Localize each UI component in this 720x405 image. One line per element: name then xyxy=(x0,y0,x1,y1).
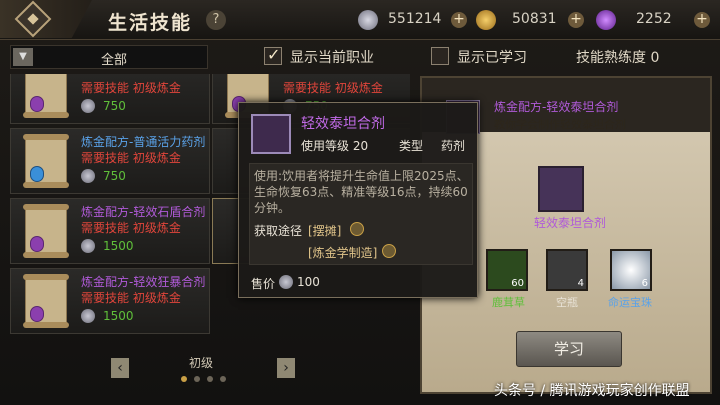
dropdown-value: 全部 xyxy=(101,53,128,68)
tooltip-item-name: 轻效泰坦合剂 xyxy=(301,116,385,132)
recipe-scroll-icon xyxy=(23,74,69,118)
herb-material-icon[interactable]: 60 xyxy=(486,249,528,291)
source-alchemy-link[interactable]: [炼金学制造] xyxy=(308,244,377,261)
tooltip-type-label: 类型 xyxy=(399,139,424,153)
material-count: 60 xyxy=(511,278,524,289)
recipe-requirement: 需要技能 初级炼金 xyxy=(81,151,181,165)
show-learned-label: 显示已学习 xyxy=(457,50,527,66)
silver-coin-icon xyxy=(81,169,95,183)
potion-icon xyxy=(30,96,44,112)
proficiency-label: 技能熟练度 0 xyxy=(576,50,660,66)
silver-amount: 551214 xyxy=(388,11,442,27)
material-label: 空瓶 xyxy=(556,296,578,309)
material-label: 命运宝珠 xyxy=(608,296,652,309)
silver-coin-icon xyxy=(81,309,95,323)
material-count: 4 xyxy=(577,278,584,289)
product-potion-icon[interactable] xyxy=(538,166,584,212)
potion-icon xyxy=(30,236,44,252)
show-current-job-checkbox[interactable] xyxy=(264,45,282,65)
tooltip-body: 使用:饮用者将提升生命值上限2025点、生命恢复63点、精准等级16点，持续60… xyxy=(249,163,473,265)
search-icon[interactable] xyxy=(350,222,364,236)
show-learned-checkbox[interactable] xyxy=(431,47,449,65)
recipe-price: 750 xyxy=(103,169,126,183)
tooltip-source-label: 获取途径 xyxy=(254,224,303,238)
tooltip-type-value: 药剂 xyxy=(441,139,466,153)
recipe-requirement: 需要技能 初级炼金 xyxy=(81,221,181,235)
add-silver-button[interactable]: + xyxy=(451,12,467,28)
recipe-requirement: 需要技能 初级炼金 xyxy=(81,81,181,95)
material-label: 鹿茸草 xyxy=(492,296,525,309)
tooltip-price: 100 xyxy=(297,275,320,289)
search-icon[interactable] xyxy=(382,244,396,258)
recipe-price: 1500 xyxy=(103,239,134,253)
gold-currency: 50831 + xyxy=(476,9,586,31)
category-dropdown[interactable]: ▼ 全部 xyxy=(10,45,208,69)
filter-bar: ▼ 全部 显示当前职业 显示已学习 技能熟练度 0 xyxy=(0,40,720,74)
watermark: 头条号 / 腾讯游戏玩家创作联盟 xyxy=(494,383,690,399)
top-bar: 生活技能 ? 551214 + 50831 + 2252 + xyxy=(0,0,720,40)
learn-button[interactable]: 学习 xyxy=(516,331,622,367)
page-dot[interactable] xyxy=(181,376,187,382)
page-title: 生活技能 xyxy=(108,12,193,34)
recipe-name: 炼金配方-普通活力药剂 xyxy=(81,135,206,149)
item-tooltip: 轻效泰坦合剂 使用等级 20 类型 药剂 使用:饮用者将提升生命值上限2025点… xyxy=(238,102,478,298)
tooltip-price-label: 售价 xyxy=(251,277,276,291)
recipe-card[interactable]: 炼金配方-轻效狂暴合剂 需要技能 初级炼金 1500 xyxy=(10,268,210,334)
recipe-card[interactable]: 炼金配方-轻效石盾合剂 需要技能 初级炼金 1500 xyxy=(10,198,210,264)
page-prev-button[interactable]: ‹ xyxy=(111,358,129,378)
add-gem-button[interactable]: + xyxy=(694,12,710,28)
detail-recipe-desc: 教你学会制作轻效泰坦合剂 xyxy=(494,118,626,131)
recipe-requirement: 需要技能 初级炼金 xyxy=(81,291,181,305)
help-button[interactable]: ? xyxy=(206,10,226,30)
page-dot[interactable] xyxy=(207,376,213,382)
product-name: 轻效泰坦合剂 xyxy=(534,216,607,230)
recipe-name: 炼金配方-轻效狂暴合剂 xyxy=(81,275,206,289)
tooltip-description: 使用:饮用者将提升生命值上限2025点、生命恢复63点、精准等级16点，持续60… xyxy=(254,169,469,215)
fate-orb-icon[interactable]: 6 xyxy=(610,249,652,291)
tooltip-level: 使用等级 20 xyxy=(301,139,369,153)
silver-currency: 551214 + xyxy=(358,9,470,31)
potion-icon xyxy=(251,114,291,154)
recipe-price: 750 xyxy=(103,99,126,113)
page-dot[interactable] xyxy=(220,376,226,382)
gem-amount: 2252 xyxy=(636,11,672,27)
recipe-price: 1500 xyxy=(103,309,134,323)
recipe-scroll-icon xyxy=(23,204,69,258)
purple-gem-icon xyxy=(596,10,616,30)
recipe-scroll-icon xyxy=(23,274,69,328)
recipe-card[interactable]: 炼金配方-普通活力药剂 需要技能 初级炼金 750 xyxy=(10,128,210,194)
empty-bottle-icon[interactable]: 4 xyxy=(546,249,588,291)
detail-recipe-name: 炼金配方-轻效泰坦合剂 xyxy=(494,100,619,114)
silver-coin-icon xyxy=(81,239,95,253)
recipe-card[interactable]: 需要技能 初级炼金 750 xyxy=(10,74,210,124)
page-dot[interactable] xyxy=(194,376,200,382)
life-skill-screen: 生活技能 ? 551214 + 50831 + 2252 + ▼ 全部 显示当前… xyxy=(0,0,720,405)
chevron-down-icon: ▼ xyxy=(13,48,33,66)
show-current-job-label: 显示当前职业 xyxy=(290,50,374,66)
recipe-name: 炼金配方-轻效石盾合剂 xyxy=(81,205,206,219)
silver-coin-icon xyxy=(279,275,293,289)
page-label: 初级 xyxy=(189,356,214,370)
silver-coin-icon xyxy=(81,99,95,113)
source-stall-link[interactable]: [摆摊] xyxy=(308,222,341,239)
gold-amount: 50831 xyxy=(512,11,557,27)
add-gold-button[interactable]: + xyxy=(568,12,584,28)
gold-coin-icon xyxy=(476,10,496,30)
page-next-button[interactable]: › xyxy=(277,358,295,378)
silver-coin-icon xyxy=(358,10,378,30)
gem-currency: 2252 + xyxy=(596,9,714,31)
back-button[interactable] xyxy=(0,0,92,38)
potion-icon xyxy=(30,166,44,182)
potion-icon xyxy=(30,306,44,322)
back-arrow-icon xyxy=(14,0,52,38)
recipe-requirement: 需要技能 初级炼金 xyxy=(283,81,383,95)
recipe-scroll-icon xyxy=(23,134,69,188)
material-count: 6 xyxy=(641,278,648,289)
